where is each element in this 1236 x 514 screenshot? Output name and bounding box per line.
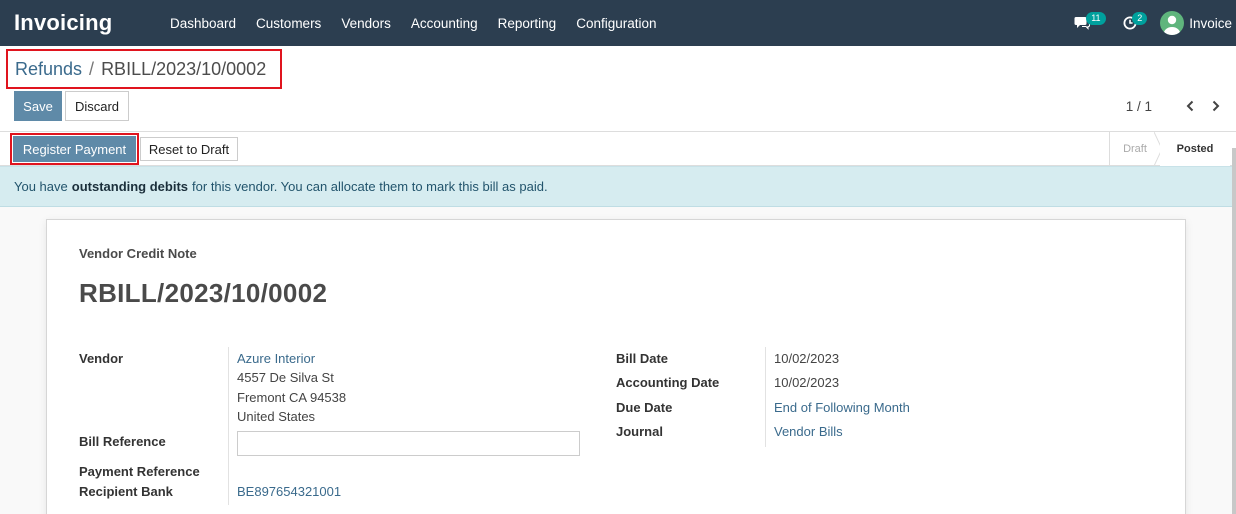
breadcrumb-current: RBILL/2023/10/0002 xyxy=(101,58,267,79)
payment-reference-label: Payment Reference xyxy=(79,464,200,479)
due-date-label: Due Date xyxy=(616,400,673,415)
activities-count-badge: 2 xyxy=(1132,12,1148,25)
vendor-address-city: Fremont CA 94538 xyxy=(237,390,347,405)
stage-posted[interactable]: Posted xyxy=(1160,132,1230,166)
menu-item-customers[interactable]: Customers xyxy=(246,16,331,31)
due-date-link[interactable]: End of Following Month xyxy=(774,400,910,415)
messages-count-badge: 11 xyxy=(1086,12,1106,25)
pager: 1 / 1 xyxy=(1126,96,1226,116)
menu-item-dashboard[interactable]: Dashboard xyxy=(160,16,246,31)
alert-prefix: You have xyxy=(14,179,68,194)
menu-item-reporting[interactable]: Reporting xyxy=(488,16,567,31)
alert-suffix: for this vendor. You can allocate them t… xyxy=(192,179,548,194)
outstanding-debits-alert: You have outstanding debits for this ven… xyxy=(0,166,1234,207)
pager-value[interactable]: 1 / 1 xyxy=(1126,99,1152,114)
stage-posted-label: Posted xyxy=(1176,143,1214,155)
vendor-label: Vendor xyxy=(79,351,124,366)
vendor-name-link[interactable]: Azure Interior xyxy=(237,351,315,366)
accounting-date-value[interactable]: 10/02/2023 xyxy=(774,375,839,390)
form-sheet: Vendor Credit Note RBILL/2023/10/0002 Ve… xyxy=(46,219,1186,514)
stage-draft-label: Draft xyxy=(1123,143,1147,155)
messages-menu[interactable]: 11 xyxy=(1058,0,1106,46)
user-name: Invoice xyxy=(1189,15,1232,31)
chevron-right-icon xyxy=(1212,100,1220,112)
menu-item-configuration[interactable]: Configuration xyxy=(566,16,666,31)
activities-menu[interactable]: 2 xyxy=(1106,0,1154,46)
breadcrumb-separator: / xyxy=(89,58,95,79)
app-name[interactable]: Invoicing xyxy=(0,10,160,36)
right-group-divider xyxy=(765,347,766,447)
document-type: Vendor Credit Note xyxy=(79,246,197,261)
recipient-bank-label: Recipient Bank xyxy=(79,484,173,499)
user-menu[interactable]: Invoice xyxy=(1154,11,1236,35)
top-navbar: Invoicing Dashboard Customers Vendors Ac… xyxy=(0,0,1236,46)
discard-button[interactable]: Discard xyxy=(65,91,129,121)
alert-bold-text: outstanding debits xyxy=(71,179,189,194)
save-button[interactable]: Save xyxy=(14,91,62,121)
pager-previous-button[interactable] xyxy=(1180,96,1200,116)
scrollbar[interactable] xyxy=(1232,148,1236,514)
user-icon xyxy=(1163,15,1181,35)
journal-link[interactable]: Vendor Bills xyxy=(774,424,843,439)
breadcrumb: Refunds / RBILL/2023/10/0002 xyxy=(6,49,282,89)
bill-date-label: Bill Date xyxy=(616,351,669,366)
document-number: RBILL/2023/10/0002 xyxy=(79,278,328,308)
main-menu: Dashboard Customers Vendors Accounting R… xyxy=(160,16,667,31)
avatar xyxy=(1160,11,1185,35)
bill-reference-label: Bill Reference xyxy=(79,434,166,449)
pager-next-button[interactable] xyxy=(1206,96,1226,116)
breadcrumb-refunds-link[interactable]: Refunds xyxy=(15,59,82,80)
bill-date-value[interactable]: 10/02/2023 xyxy=(774,351,839,366)
journal-label: Journal xyxy=(616,424,663,439)
menu-item-vendors[interactable]: Vendors xyxy=(331,16,401,31)
accounting-date-label: Accounting Date xyxy=(616,375,720,390)
register-payment-button[interactable]: Register Payment xyxy=(13,136,136,162)
stage-draft[interactable]: Draft xyxy=(1110,132,1162,166)
control-panel: Refunds / RBILL/2023/10/0002 Save Discar… xyxy=(0,46,1236,132)
menu-item-accounting[interactable]: Accounting xyxy=(401,16,488,31)
reset-to-draft-button[interactable]: Reset to Draft xyxy=(140,137,238,161)
form-statusbar: Register Payment Reset to Draft Draft Po… xyxy=(0,132,1236,166)
left-group-divider xyxy=(228,347,229,505)
chevron-left-icon xyxy=(1186,100,1194,112)
recipient-bank-link[interactable]: BE897654321001 xyxy=(237,484,341,499)
vendor-address-street: 4557 De Silva St xyxy=(237,370,334,385)
vendor-address-country: United States xyxy=(237,409,316,424)
systray: 11 2 Invoice xyxy=(1058,0,1236,46)
status-stages: Draft Posted xyxy=(1109,132,1230,166)
bill-reference-input[interactable] xyxy=(237,431,580,456)
